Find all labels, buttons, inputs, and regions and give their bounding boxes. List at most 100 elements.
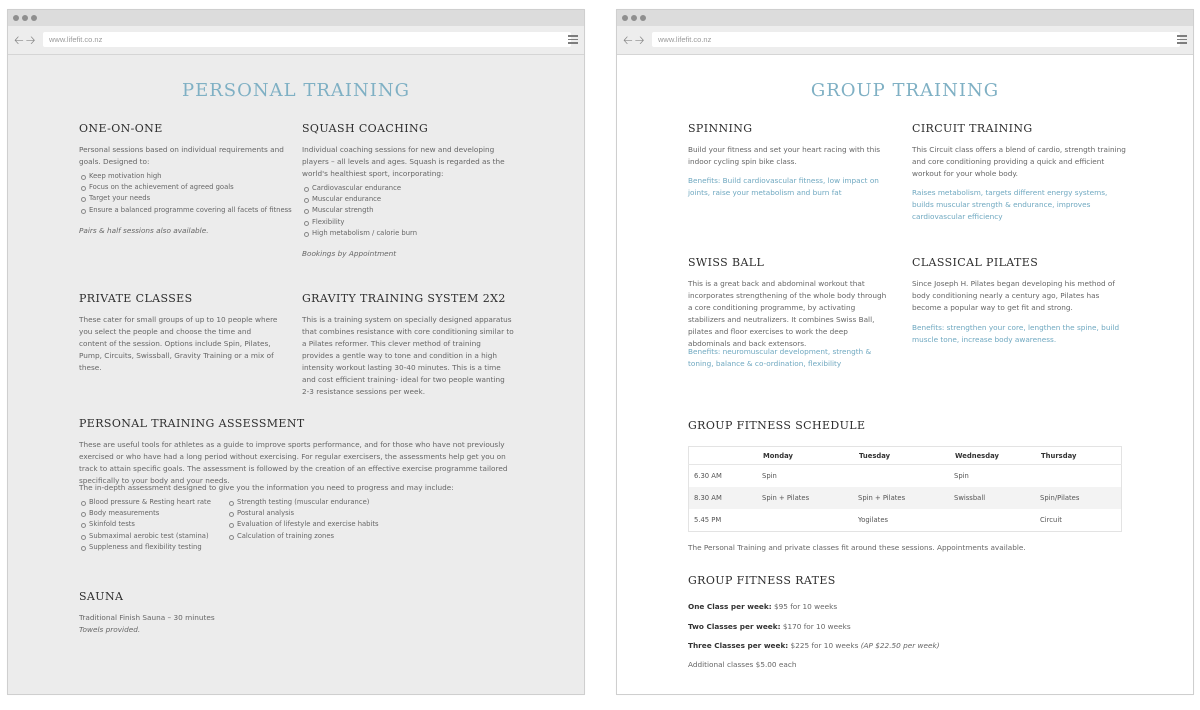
browser-navbar: 🡠 🡢 www.lifefit.co.nz — [8, 26, 584, 55]
table-cell: 8.30 AM — [688, 487, 757, 509]
window-dot-icon — [631, 15, 637, 21]
list-item: Calculation of training zones — [229, 531, 407, 542]
schedule-note: The Personal Training and private classe… — [688, 543, 1026, 552]
table-header-row: Monday Tuesday Wednesday Thursday — [688, 446, 1122, 465]
table-cell: Spin/Pilates — [1035, 487, 1122, 509]
list-item: Keep motivation high — [81, 171, 299, 182]
forward-arrow-icon[interactable]: 🡢 — [26, 31, 36, 52]
benefits-text: Benefits: strengthen your core, lengthen… — [912, 323, 1120, 344]
rate-extra: (AP $22.50 per week) — [860, 641, 940, 650]
column-header: Thursday — [1035, 446, 1122, 465]
section-heading-circuit-training: CIRCUIT TRAINING — [912, 122, 1033, 135]
table-cell: Circuit — [1035, 509, 1122, 532]
section-heading-sauna: SAUNA — [79, 590, 124, 603]
rate-item: One Class per week: $95 for 10 weeks — [688, 601, 837, 613]
section-heading-swiss-ball: SWISS BALL — [688, 256, 765, 269]
bullet-list: Keep motivation high Focus on the achiev… — [79, 171, 299, 216]
rate-label: Three Classes per week: — [688, 641, 789, 650]
window-titlebar — [8, 10, 584, 26]
window-dot-icon — [22, 15, 28, 21]
section-note: Bookings by Appointment — [302, 249, 397, 258]
section-heading-private-classes: PRIVATE CLASSES — [79, 292, 193, 305]
rate-item: Three Classes per week: $225 for 10 week… — [688, 640, 940, 652]
list-item: Postural analysis — [229, 508, 407, 519]
benefits-text: Benefits: neuromuscular development, str… — [688, 347, 872, 368]
forward-arrow-icon[interactable]: 🡢 — [635, 31, 645, 52]
table-cell: Swissball — [949, 487, 1035, 509]
section-heading-group-fitness-schedule: GROUP FITNESS SCHEDULE — [688, 419, 866, 432]
section-heading-classical-pilates: CLASSICAL PILATES — [912, 256, 1039, 269]
url-bar[interactable]: www.lifefit.co.nz — [652, 32, 1180, 47]
url-bar[interactable]: www.lifefit.co.nz — [43, 32, 571, 47]
browser-window-group-training: 🡠 🡢 www.lifefit.co.nz GROUP TRAINING SPIN… — [616, 9, 1194, 695]
browser-navbar: 🡠 🡢 www.lifefit.co.nz — [617, 26, 1193, 55]
table-cell: Spin + Pilates — [757, 487, 853, 509]
menu-icon[interactable] — [1177, 35, 1187, 46]
column-header: Tuesday — [853, 446, 949, 465]
window-titlebar — [617, 10, 1193, 26]
benefits-text: Benefits: Build cardiovascular fitness, … — [688, 176, 879, 197]
section-heading-pt-assessment: PERSONAL TRAINING ASSESSMENT — [79, 417, 305, 430]
section-text: These are useful tools for athletes as a… — [79, 440, 508, 485]
column-header: Monday — [757, 446, 853, 465]
column-header: Wednesday — [949, 446, 1035, 465]
list-item: Suppleness and flexibility testing — [81, 542, 239, 553]
section-text: Build your fitness and set your heart ra… — [688, 145, 881, 166]
section-text: Since Joseph H. Pilates began developing… — [912, 279, 1115, 312]
window-dot-icon — [13, 15, 19, 21]
table-row: 6.30 AM Spin Spin — [688, 464, 1122, 487]
section-text: This is a training system on specially d… — [302, 315, 514, 396]
list-item: Blood pressure & Resting heart rate — [81, 497, 239, 508]
list-item: High metabolism / calorie burn — [304, 228, 522, 239]
rate-additional: Additional classes $5.00 each — [688, 660, 797, 669]
table-row: 5.45 PM Yogilates Circuit — [688, 509, 1122, 532]
table-row: 8.30 AM Spin + Pilates Spin + Pilates Sw… — [688, 487, 1122, 509]
list-item: Submaximal aerobic test (stamina) — [81, 531, 239, 542]
section-note: Towels provided. — [79, 625, 141, 634]
section-text: The in-depth assessment designed to give… — [79, 483, 454, 492]
table-cell: Spin — [949, 464, 1035, 487]
back-arrow-icon[interactable]: 🡠 — [623, 31, 633, 52]
section-heading-group-fitness-rates: GROUP FITNESS RATES — [688, 574, 836, 587]
section-heading-one-on-one: ONE-ON-ONE — [79, 122, 163, 135]
list-item: Target your needs — [81, 193, 299, 204]
list-item: Strength testing (muscular endurance) — [229, 497, 407, 508]
rate-value: $225 for 10 weeks — [788, 641, 861, 650]
list-item: Skinfold tests — [81, 519, 239, 530]
table-cell: Spin + Pilates — [853, 487, 949, 509]
section-text: Individual coaching sessions for new and… — [302, 145, 505, 178]
bullet-list: Blood pressure & Resting heart rate Body… — [79, 497, 239, 553]
back-arrow-icon[interactable]: 🡠 — [14, 31, 24, 52]
section-note: Pairs & half sessions also available. — [79, 226, 209, 235]
table-cell — [1035, 464, 1122, 487]
bullet-list: Cardiovascular endurance Muscular endura… — [302, 183, 522, 239]
section-text: Personal sessions based on individual re… — [79, 145, 284, 166]
list-item: Muscular strength — [304, 205, 522, 216]
table-cell: Spin — [757, 464, 853, 487]
table-cell: 6.30 AM — [688, 464, 757, 487]
column-header — [688, 446, 757, 465]
list-item: Ensure a balanced programme covering all… — [81, 205, 299, 216]
list-item: Focus on the achievement of agreed goals — [81, 182, 299, 193]
window-dot-icon — [640, 15, 646, 21]
section-text: This is a great back and abdominal worko… — [688, 279, 887, 348]
section-text: This Circuit class offers a blend of car… — [912, 145, 1126, 178]
table-cell: Yogilates — [853, 509, 949, 532]
section-text: These cater for small groups of up to 10… — [79, 315, 278, 372]
table-cell — [949, 509, 1035, 532]
table-cell — [853, 464, 949, 487]
bullet-list: Strength testing (muscular endurance) Po… — [227, 497, 407, 542]
browser-window-personal-training: 🡠 🡢 www.lifefit.co.nz PERSONAL TRAINING O… — [7, 9, 585, 695]
table-cell — [757, 509, 853, 532]
list-item: Cardiovascular endurance — [304, 183, 522, 194]
rate-label: Two Classes per week: — [688, 622, 781, 631]
rate-value: $170 for 10 weeks — [780, 622, 851, 631]
list-item: Muscular endurance — [304, 194, 522, 205]
table-cell: 5.45 PM — [688, 509, 757, 532]
page-title: PERSONAL TRAINING — [182, 80, 410, 101]
list-item: Evaluation of lifestyle and exercise hab… — [229, 519, 407, 530]
window-dot-icon — [622, 15, 628, 21]
section-heading-spinning: SPINNING — [688, 122, 753, 135]
menu-icon[interactable] — [568, 35, 578, 46]
rate-value: $95 for 10 weeks — [771, 602, 838, 611]
